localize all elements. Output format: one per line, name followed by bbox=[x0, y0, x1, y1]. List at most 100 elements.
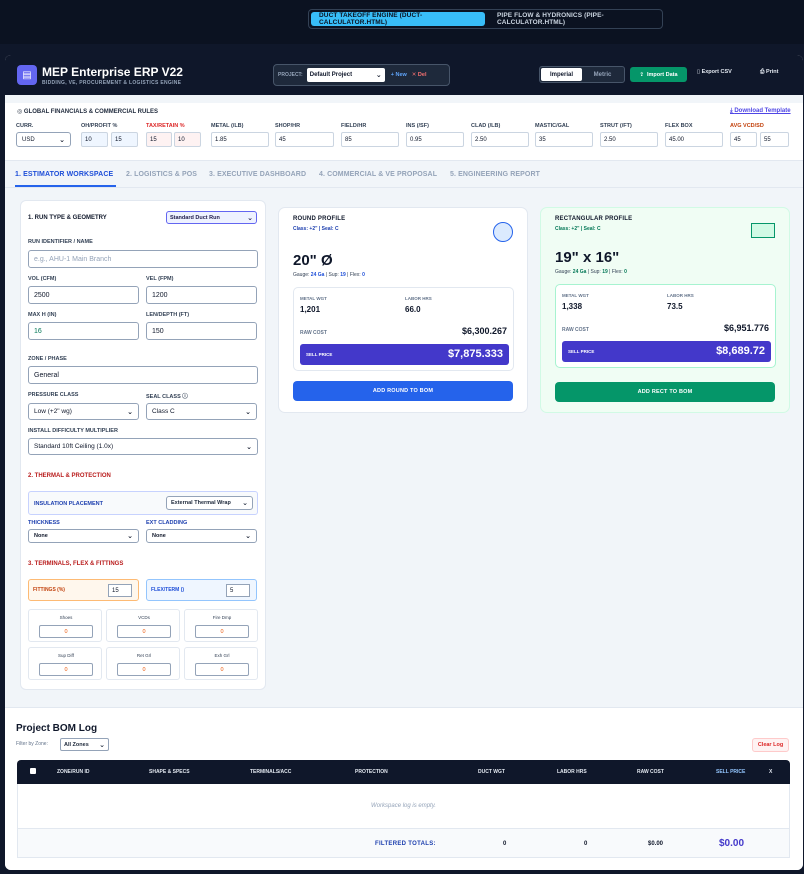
shoes-input[interactable]: 0 bbox=[39, 625, 93, 638]
run-type-select[interactable]: Standard Duct Run ⌄ bbox=[166, 211, 257, 224]
run-id-input[interactable]: e.g., AHU-1 Main Branch bbox=[28, 250, 258, 268]
labor-hrs-label: LABOR HRS bbox=[667, 293, 694, 298]
add-rect-to-bom-button[interactable]: ADD RECT TO BOM bbox=[555, 382, 775, 402]
overhead-input[interactable]: 10 bbox=[81, 132, 108, 147]
thickness-select[interactable]: None ⌄ bbox=[28, 529, 139, 543]
tab-commercial-ve-proposal[interactable]: 4. COMMERCIAL & VE PROPOSAL bbox=[319, 171, 437, 178]
clear-log-button[interactable]: Clear Log bbox=[752, 738, 789, 752]
project-select[interactable]: Default Project ⌄ bbox=[306, 68, 385, 82]
import-data-button[interactable]: ⇪ Import Data bbox=[630, 67, 687, 82]
fittings-input[interactable]: 15 bbox=[108, 584, 132, 597]
vel-label: VEL (FPM) bbox=[146, 276, 174, 282]
sup-diff-box: Sup Diff 0 bbox=[28, 647, 102, 680]
sell-price-value: $7,875.333 bbox=[447, 348, 503, 360]
vol-input[interactable]: 2500 bbox=[28, 286, 139, 304]
tax-input[interactable]: 15 bbox=[146, 132, 172, 147]
chevron-down-icon: ⌄ bbox=[247, 214, 253, 222]
metal-wgt-value: 1,338 bbox=[562, 302, 583, 311]
chevron-down-icon: ⌄ bbox=[246, 443, 252, 451]
fire-dmp-label: Fire Dmp bbox=[212, 615, 232, 620]
export-label: Export CSV bbox=[701, 69, 732, 75]
insulation-rate-input[interactable]: 0.95 bbox=[406, 132, 464, 147]
exh-grl-input[interactable]: 0 bbox=[195, 663, 249, 676]
metal-rate-input[interactable]: 1.85 bbox=[211, 132, 269, 147]
max-h-input[interactable]: 16 bbox=[28, 322, 139, 340]
chevron-down-icon: ⌄ bbox=[99, 741, 105, 749]
gauge-value: 24 Ga bbox=[572, 269, 587, 275]
avg-vcd-sd-label: AVG VCD/SD bbox=[730, 123, 764, 129]
imperial-button[interactable]: Imperial bbox=[541, 68, 582, 81]
retain-input[interactable]: 10 bbox=[174, 132, 201, 147]
raw-cost-label: RAW COST bbox=[562, 327, 589, 333]
thickness-label: THICKNESS bbox=[28, 520, 60, 526]
flex-box-input[interactable]: 45.00 bbox=[665, 132, 723, 147]
sup-diff-input[interactable]: 0 bbox=[39, 663, 93, 676]
vel-input[interactable]: 1200 bbox=[146, 286, 257, 304]
zone-label: ZONE / PHASE bbox=[28, 356, 67, 362]
tab-logistics-pos[interactable]: 2. LOGISTICS & POS bbox=[126, 171, 197, 178]
shop-rate-input[interactable]: 45 bbox=[275, 132, 334, 147]
round-class-info: Class: +2" | Seal: C bbox=[293, 226, 339, 232]
col-zone-run-id: ZONE/RUN ID bbox=[57, 769, 90, 775]
flex-term-input[interactable]: 5 bbox=[226, 584, 250, 597]
fittings-label: FITTINGS (%) bbox=[33, 587, 65, 593]
avg-vcd-input[interactable]: 45 bbox=[730, 132, 757, 147]
app-title: MEP Enterprise ERP V22 bbox=[42, 65, 183, 79]
tab-engineering-report[interactable]: 5. ENGINEERING REPORT bbox=[450, 171, 540, 178]
pipe-calculator-tab[interactable]: PIPE FLOW & HYDRONICS (PIPE-CALCULATOR.H… bbox=[489, 12, 659, 26]
currency-value: USD bbox=[22, 136, 35, 143]
field-rate-input[interactable]: 85 bbox=[341, 132, 399, 147]
clad-rate-input[interactable]: 2.50 bbox=[471, 132, 529, 147]
bom-empty-message: Workspace log is empty. bbox=[17, 784, 790, 828]
unit-toggle: Imperial Metric bbox=[539, 66, 625, 83]
delete-project-button[interactable]: ✕ Del bbox=[412, 72, 427, 78]
metal-rate-label: METAL (/LB) bbox=[211, 123, 244, 129]
tab-estimator-workspace[interactable]: 1. ESTIMATOR WORKSPACE bbox=[15, 171, 113, 178]
total-duct-wgt: 0 bbox=[503, 841, 507, 847]
metal-wgt-label: METAL WGT bbox=[300, 296, 327, 301]
project-label: PROJECT: bbox=[278, 72, 303, 78]
raw-cost-label: RAW COST bbox=[300, 330, 327, 336]
global-financials-panel: ◎ GLOBAL FINANCIALS & COMMERCIAL RULES ⤓… bbox=[5, 103, 803, 161]
currency-label: CURR. bbox=[16, 123, 34, 129]
insulation-placement-select[interactable]: External Thermal Wrap ⌄ bbox=[166, 496, 253, 510]
insulation-placement-value: External Thermal Wrap bbox=[171, 500, 231, 506]
length-input[interactable]: 150 bbox=[146, 322, 257, 340]
zone-input[interactable]: General bbox=[28, 366, 258, 384]
metal-wgt-value: 1,201 bbox=[300, 305, 321, 314]
pressure-class-select[interactable]: Low (+2" wg) ⌄ bbox=[28, 403, 139, 420]
difficulty-select[interactable]: Standard 10ft Ceiling (1.0x) ⌄ bbox=[28, 438, 258, 455]
currency-select[interactable]: USD ⌄ bbox=[16, 132, 71, 147]
select-all-checkbox[interactable] bbox=[30, 768, 36, 774]
print-button[interactable]: ⎙ Print bbox=[760, 69, 778, 76]
filter-zone-select[interactable]: All Zones ⌄ bbox=[60, 738, 109, 751]
flex-value: 0 bbox=[362, 272, 365, 278]
export-csv-button[interactable]: ▯ Export CSV bbox=[697, 69, 732, 75]
ext-cladding-select[interactable]: None ⌄ bbox=[146, 529, 257, 543]
new-project-button[interactable]: + New bbox=[391, 72, 407, 78]
profit-input[interactable]: 15 bbox=[111, 132, 138, 147]
active-tab-indicator bbox=[15, 185, 116, 187]
avg-sd-input[interactable]: 55 bbox=[760, 132, 789, 147]
bom-table-header: ZONE/RUN ID SHAPE & SPECS TERMINALS/ACC … bbox=[17, 760, 790, 784]
seal-class-select[interactable]: Class C ⌄ bbox=[146, 403, 257, 420]
length-label: LEN/DEPTH (FT) bbox=[146, 312, 190, 318]
duct-calculator-tab[interactable]: DUCT TAKEOFF ENGINE (DUCT-CALCULATOR.HTM… bbox=[311, 12, 485, 26]
tab-executive-dashboard[interactable]: 3. EXECUTIVE DASHBOARD bbox=[209, 171, 306, 178]
strut-rate-input[interactable]: 2.50 bbox=[600, 132, 658, 147]
shoes-box: Shoes 0 bbox=[28, 609, 102, 642]
download-template-link[interactable]: ⤓ Download Template bbox=[730, 108, 791, 115]
vcds-input[interactable]: 0 bbox=[117, 625, 171, 638]
sup-prefix: | Sup: bbox=[324, 272, 341, 278]
flex-value: 0 bbox=[624, 269, 627, 275]
add-round-to-bom-button[interactable]: ADD ROUND TO BOM bbox=[293, 381, 513, 401]
section-thermal-title: 2. THERMAL & PROTECTION bbox=[28, 473, 111, 479]
round-duct-icon bbox=[493, 222, 513, 242]
project-bom-log: Project BOM Log Filter by Zone: All Zone… bbox=[5, 707, 803, 870]
ret-grl-input[interactable]: 0 bbox=[117, 663, 171, 676]
fire-dmp-input[interactable]: 0 bbox=[195, 625, 249, 638]
seal-class-label: SEAL CLASS ⓘ bbox=[146, 394, 188, 400]
mastic-rate-input[interactable]: 35 bbox=[535, 132, 593, 147]
metric-button[interactable]: Metric bbox=[582, 72, 623, 78]
round-profile-card: ROUND PROFILE Class: +2" | Seal: C 20" Ø… bbox=[278, 207, 528, 413]
